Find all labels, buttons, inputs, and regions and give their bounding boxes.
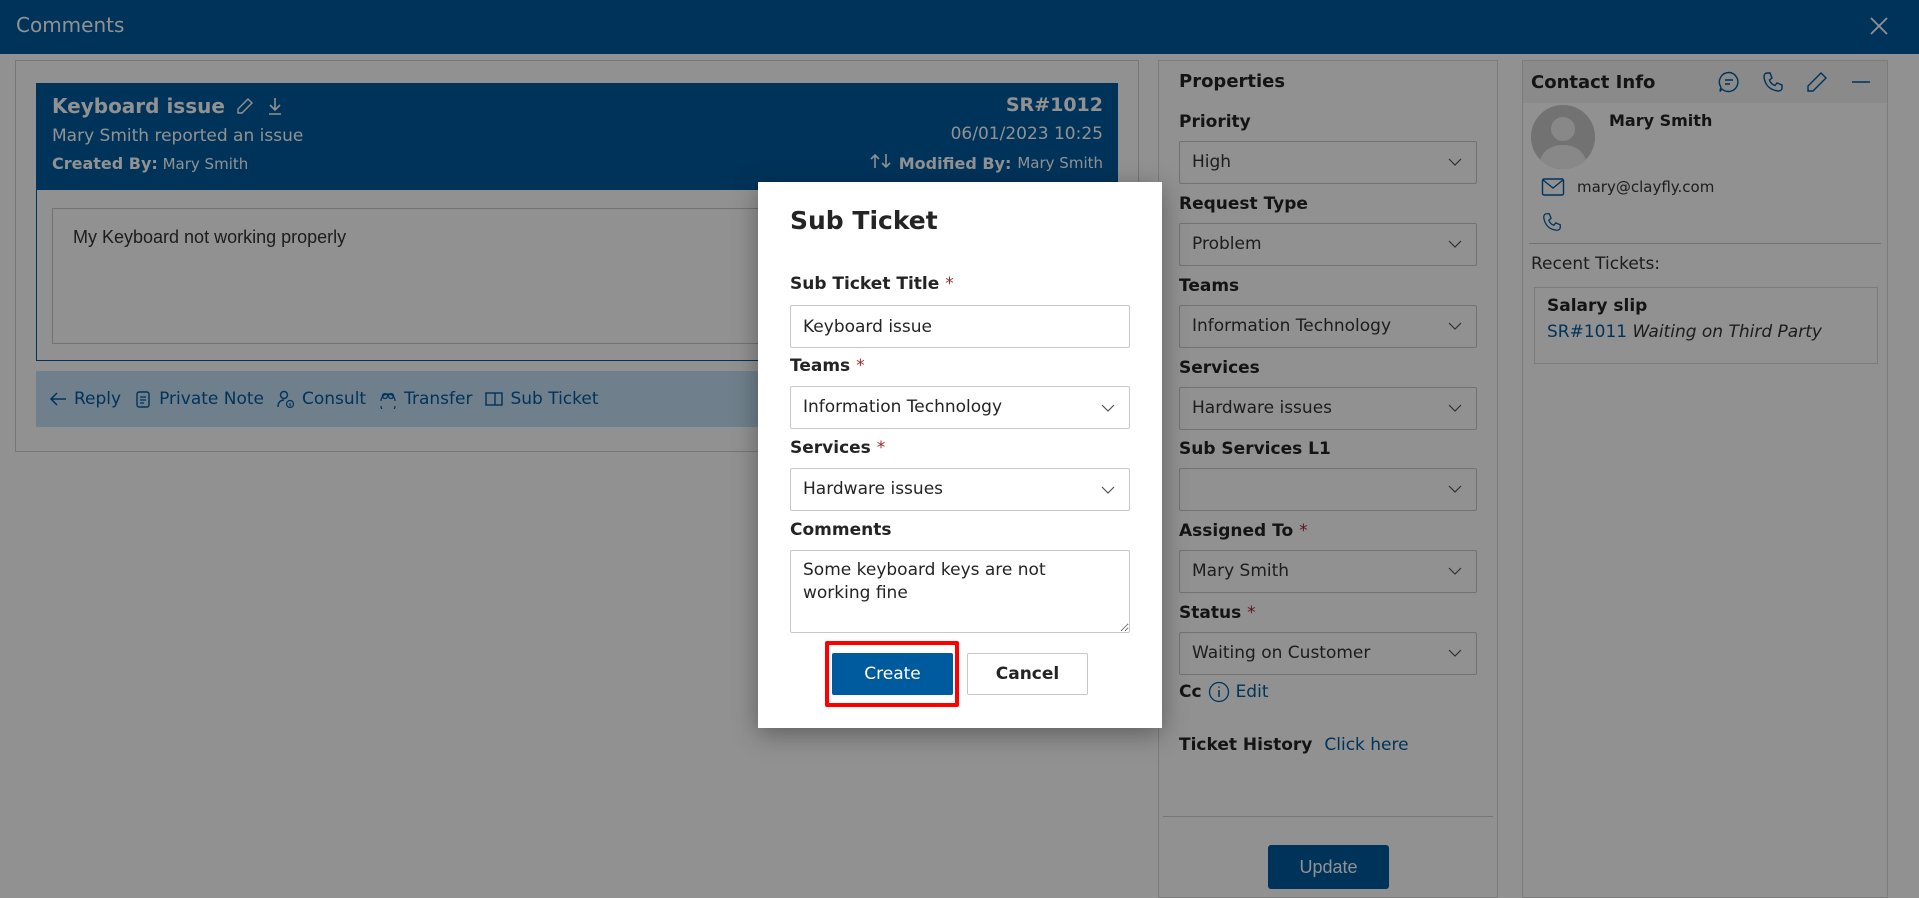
create-button[interactable]: Create: [832, 653, 953, 695]
services-value: Hardware issues: [803, 479, 944, 499]
teams-label: Teams *: [790, 356, 865, 376]
teams-label-text: Teams: [790, 356, 851, 376]
teams-value: Information Technology: [803, 397, 1003, 417]
required-mark: *: [856, 356, 865, 376]
services-label: Services *: [790, 438, 885, 458]
required-mark: *: [945, 274, 954, 294]
chevron-down-icon: [1101, 486, 1115, 494]
sub-ticket-title-label: Sub Ticket Title *: [790, 274, 954, 294]
chevron-down-icon: [1101, 404, 1115, 412]
sub-ticket-dialog: Sub Ticket Sub Ticket Title * Teams * In…: [758, 182, 1162, 728]
sub-ticket-title-input[interactable]: [790, 305, 1130, 348]
comments-textarea[interactable]: Some keyboard keys are not working fine: [790, 550, 1130, 633]
teams-select[interactable]: Information Technology: [790, 386, 1130, 429]
sub-ticket-title-label-text: Sub Ticket Title: [790, 274, 940, 294]
services-select[interactable]: Hardware issues: [790, 468, 1130, 511]
services-label-text: Services: [790, 438, 871, 458]
comments-label: Comments: [790, 520, 892, 540]
cancel-button[interactable]: Cancel: [967, 653, 1088, 695]
required-mark: *: [876, 438, 886, 458]
dialog-title: Sub Ticket: [790, 206, 938, 235]
